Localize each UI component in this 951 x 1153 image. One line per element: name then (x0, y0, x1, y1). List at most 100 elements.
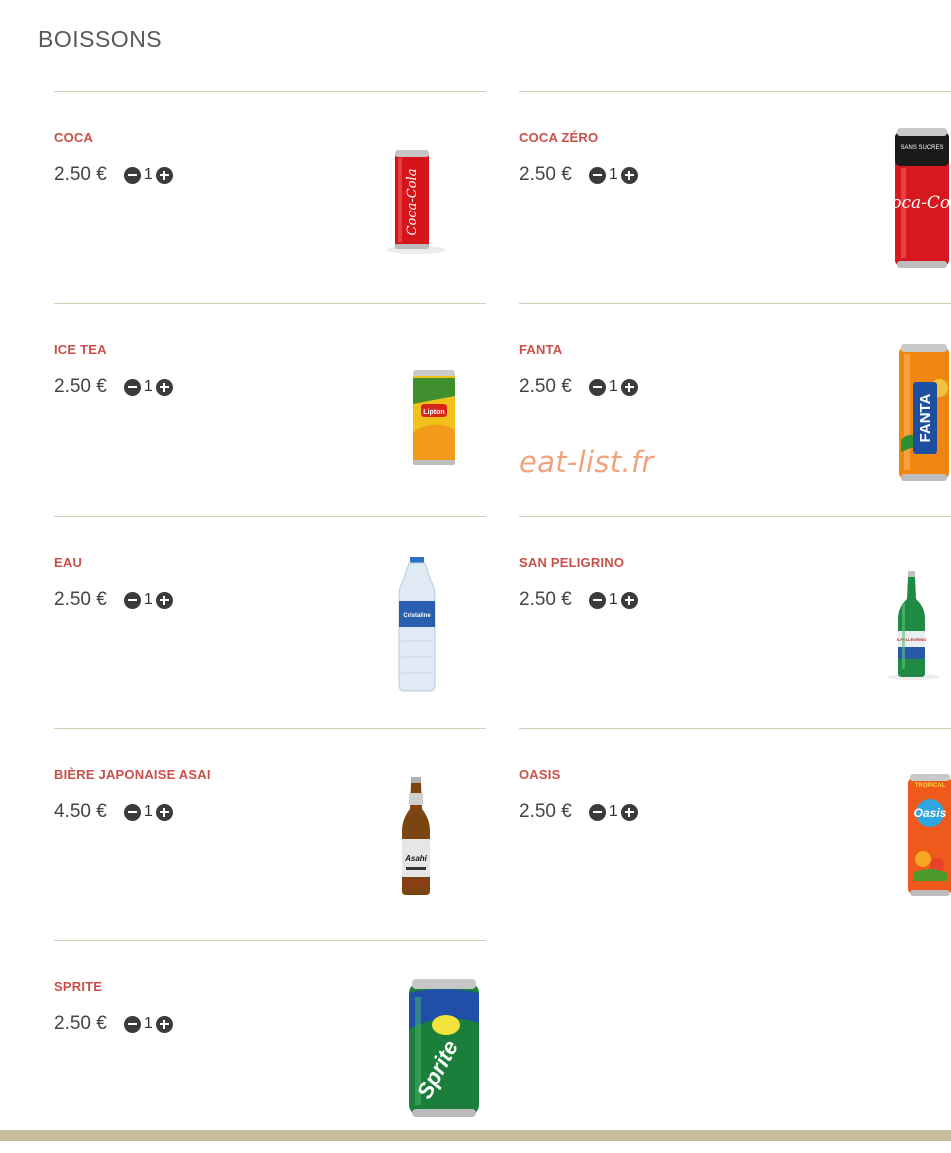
item-name: COCA ZÉRO (519, 130, 599, 145)
footer-bar (0, 1130, 951, 1141)
quantity-stepper: 1 (588, 803, 638, 821)
svg-text:Coca-Cola: Coca-Cola (405, 169, 420, 236)
item-name: EAU (54, 555, 83, 570)
section-title: BOISSONS (38, 26, 163, 52)
quantity-value: 1 (143, 378, 153, 395)
sprite-can-image: Sprite (336, 977, 486, 1137)
price-row: 2.50 € 1 (54, 164, 173, 186)
ice-tea-can-image: Lipton (336, 344, 486, 504)
quantity-stepper: 1 (123, 803, 173, 821)
svg-text:FANTA: FANTA (917, 393, 934, 442)
quantity-value: 1 (143, 591, 153, 608)
plus-button[interactable] (620, 803, 638, 821)
item-price: 2.50 € (519, 801, 572, 822)
menu-item: ICE TEA 2.50 € 1 Lipton (54, 303, 486, 516)
svg-text:Cristaline: Cristaline (403, 613, 431, 619)
red-can-icon: Coca-Cola (386, 150, 446, 254)
item-price: 4.50 € (54, 801, 107, 822)
item-name: FANTA (519, 342, 563, 357)
price-row: 2.50 € 1 (519, 589, 638, 611)
quantity-stepper: 1 (123, 1015, 173, 1033)
orange-oasis-can-icon: TROPICAL Oasis (908, 774, 951, 896)
item-name: OASIS (519, 767, 561, 782)
quantity-stepper: 1 (123, 378, 173, 396)
svg-text:SANS SUCRES: SANS SUCRES (900, 145, 943, 151)
plus-button[interactable] (155, 591, 173, 609)
price-row: 2.50 € 1 (54, 589, 173, 611)
coke-can-image: Coca-Cola (336, 132, 486, 292)
minus-button[interactable] (123, 803, 141, 821)
plus-button[interactable] (155, 378, 173, 396)
svg-text:TROPICAL: TROPICAL (915, 783, 946, 789)
price-row: 2.50 € 1 (519, 376, 638, 398)
item-price: 2.50 € (54, 164, 107, 185)
quantity-value: 1 (608, 803, 618, 820)
item-name: COCA (54, 130, 94, 145)
minus-button[interactable] (123, 378, 141, 396)
water-bottle-image: Cristaline (336, 557, 486, 717)
quantity-value: 1 (143, 166, 153, 183)
minus-button[interactable] (123, 1015, 141, 1033)
menu-item: SAN PELIGRINO 2.50 € 1 S.PELLEGRINO (519, 516, 951, 729)
svg-text:S.PELLEGRINO: S.PELLEGRINO (897, 637, 927, 642)
minus-button[interactable] (123, 166, 141, 184)
item-price: 2.50 € (519, 164, 572, 185)
coke-zero-can-image: SANS SUCRES Coca-Cola (801, 124, 951, 284)
quantity-stepper: 1 (588, 378, 638, 396)
price-row: 2.50 € 1 (54, 376, 173, 398)
water-bottle-icon: Cristaline (398, 557, 436, 692)
menu-item: COCA 2.50 € 1 Coca-Cola (54, 91, 486, 304)
item-price: 2.50 € (519, 589, 572, 610)
menu-item: BIÈRE JAPONAISE ASAI 4.50 € 1 Asahi (54, 728, 486, 941)
green-can-icon: Sprite (409, 979, 479, 1117)
svg-text:Lipton: Lipton (423, 409, 444, 416)
plus-button[interactable] (620, 591, 638, 609)
item-price: 2.50 € (54, 589, 107, 610)
minus-button[interactable] (588, 166, 606, 184)
quantity-stepper: 1 (588, 166, 638, 184)
fanta-can-image: FANTA (801, 344, 951, 504)
minus-button[interactable] (588, 378, 606, 396)
minus-button[interactable] (588, 803, 606, 821)
menu-item: FANTA 2.50 € 1 FANTA (519, 303, 951, 516)
oasis-can-image: TROPICAL Oasis (801, 769, 951, 929)
quantity-value: 1 (143, 803, 153, 820)
menu-item: EAU 2.50 € 1 Cristaline (54, 516, 486, 729)
quantity-value: 1 (608, 378, 618, 395)
menu-item: COCA ZÉRO 2.50 € 1 SANS SUCRES Coca-Cola (519, 91, 951, 304)
asahi-bottle-image: Asahi (336, 769, 486, 929)
orange-can-icon: FANTA (899, 344, 949, 481)
minus-button[interactable] (588, 591, 606, 609)
quantity-stepper: 1 (588, 591, 638, 609)
green-bottle-icon: S.PELLEGRINO (887, 571, 939, 680)
price-row: 2.50 € 1 (519, 801, 638, 823)
svg-text:Oasis: Oasis (914, 806, 947, 820)
minus-button[interactable] (123, 591, 141, 609)
plus-button[interactable] (620, 166, 638, 184)
price-row: 2.50 € 1 (519, 164, 638, 186)
plus-button[interactable] (155, 1015, 173, 1033)
beer-bottle-icon: Asahi (402, 777, 430, 895)
quantity-stepper: 1 (123, 166, 173, 184)
item-price: 2.50 € (54, 1013, 107, 1034)
price-row: 2.50 € 1 (54, 1013, 173, 1035)
quantity-value: 1 (608, 591, 618, 608)
menu-item: OASIS 2.50 € 1 TROPICAL Oasis (519, 728, 951, 941)
svg-text:Asahi: Asahi (404, 854, 428, 863)
price-row: 4.50 € 1 (54, 801, 173, 823)
san-pellegrino-bottle-image: S.PELLEGRINO (801, 557, 951, 717)
quantity-stepper: 1 (123, 591, 173, 609)
item-name: ICE TEA (54, 342, 107, 357)
item-name: SPRITE (54, 979, 103, 994)
plus-button[interactable] (155, 166, 173, 184)
item-price: 2.50 € (54, 376, 107, 397)
svg-text:Coca-Cola: Coca-Cola (878, 193, 951, 213)
quantity-value: 1 (143, 1015, 153, 1032)
item-name: SAN PELIGRINO (519, 555, 625, 570)
watermark-text: eat-list.fr (519, 445, 654, 479)
plus-button[interactable] (620, 378, 638, 396)
yellow-can-icon: Lipton (413, 370, 455, 465)
plus-button[interactable] (155, 803, 173, 821)
menu-item: SPRITE 2.50 € 1 Sprite (54, 940, 486, 1153)
quantity-value: 1 (608, 166, 618, 183)
